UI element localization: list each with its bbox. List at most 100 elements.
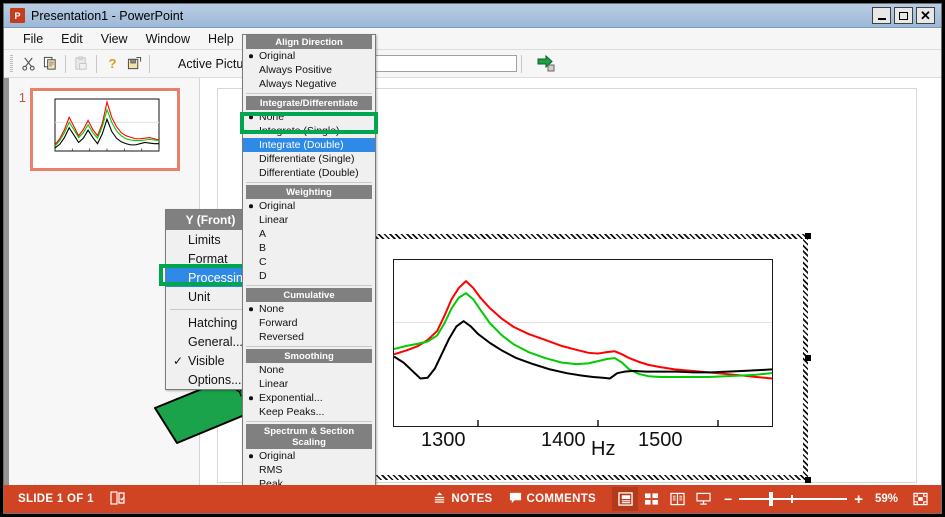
menu-item-intdiff-none[interactable]: None (243, 110, 375, 124)
menu-item-view[interactable]: View (92, 30, 137, 48)
radio-selected-icon (249, 115, 253, 119)
toolbar-separator-4 (520, 54, 522, 73)
menu-item-scaling-rms[interactable]: RMS (243, 463, 375, 477)
menu-item-differentiate-single[interactable]: Differentiate (Single) (243, 152, 375, 166)
zoom-percentage[interactable]: 59% (875, 493, 898, 505)
help-button[interactable]: ? (101, 53, 123, 74)
menu-item-options-label: Options... (188, 372, 242, 387)
label: Original (259, 50, 296, 62)
label: Keep Peaks... (259, 406, 325, 418)
label: B (259, 242, 267, 254)
comments-label: COMMENTS (526, 493, 597, 505)
checkmark-icon: ✓ (173, 353, 184, 368)
menu-item-file[interactable]: File (14, 30, 52, 48)
import-picture-button[interactable] (536, 54, 556, 73)
menu-item-smoothing-keep-peaks[interactable]: Keep Peaks... (243, 405, 375, 419)
menu-item-differentiate-double[interactable]: Differentiate (Double) (243, 166, 375, 180)
fit-to-window-button[interactable] (907, 487, 933, 511)
menu-separator (246, 93, 372, 94)
section-header-spectrum-scaling: Spectrum & Section Scaling (246, 424, 372, 449)
label: A (259, 228, 267, 240)
menu-item-window[interactable]: Window (137, 30, 199, 48)
reading-view-icon (669, 492, 685, 506)
selection-handle-mr[interactable] (805, 355, 811, 361)
menu-item-always-positive[interactable]: Always Positive (243, 63, 375, 77)
label: Original (259, 200, 296, 212)
status-bar: SLIDE 1 OF 1 NOTES COMMENTS − + 59% (4, 485, 941, 513)
menu-item-weighting-linear[interactable]: Linear (243, 213, 375, 227)
menu-item-integrate-single[interactable]: Integrate (Single) (243, 124, 375, 138)
label: Linear (259, 214, 289, 226)
close-button[interactable]: ✕ (916, 7, 935, 24)
label: Reversed (259, 331, 304, 343)
x-axis-unit-label: Hz (591, 438, 616, 460)
accessibility-icon[interactable] (110, 490, 126, 508)
menu-item-cumulative-none[interactable]: None (243, 302, 375, 316)
menu-item-smoothing-linear[interactable]: Linear (243, 377, 375, 391)
menu-item-smoothing-exponential[interactable]: Exponential... (243, 391, 375, 405)
menu-item-smoothing-none[interactable]: None (243, 363, 375, 377)
label: Integrate (Double) (259, 139, 344, 151)
slide-thumbnail[interactable] (30, 88, 180, 171)
view-slideshow-button[interactable] (690, 487, 716, 511)
menu-item-cumulative-reversed[interactable]: Reversed (243, 330, 375, 344)
menu-item-integrate-double[interactable]: Integrate (Double) (243, 138, 375, 152)
zoom-slider-handle[interactable] (769, 492, 774, 506)
notes-button[interactable]: NOTES (433, 491, 492, 507)
menu-bar: File Edit View Window Help (4, 28, 941, 50)
label: Original (259, 450, 296, 462)
menu-item-align-original[interactable]: Original (243, 49, 375, 63)
status-bar-left: SLIDE 1 OF 1 (4, 490, 433, 508)
slideshow-icon (695, 492, 711, 505)
zoom-in-button[interactable]: + (854, 491, 863, 508)
status-bar-right: NOTES COMMENTS − + 59% (433, 487, 941, 511)
scissors-icon (21, 57, 35, 71)
zoom-slider[interactable]: − + (724, 491, 863, 508)
pane-edge (4, 78, 9, 485)
menu-item-cumulative-forward[interactable]: Forward (243, 316, 375, 330)
menu-item-weighting-original[interactable]: Original (243, 199, 375, 213)
x-tick-label-1400: 1400 (541, 429, 586, 451)
zoom-track[interactable] (739, 492, 848, 506)
toolbar: ? Active Picture name: 1x1 (4, 50, 941, 78)
view-normal-button[interactable] (612, 487, 639, 511)
toolbar-grip[interactable] (10, 55, 13, 72)
menu-separator (246, 182, 372, 183)
minimize-button[interactable] (872, 7, 891, 24)
zoom-track-midpoint (791, 495, 794, 503)
menu-item-weighting-b[interactable]: B (243, 241, 375, 255)
save-properties-button[interactable] (123, 53, 145, 74)
menu-item-weighting-a[interactable]: A (243, 227, 375, 241)
view-slide-sorter-button[interactable] (638, 487, 664, 511)
paste-button[interactable] (70, 53, 92, 74)
maximize-button[interactable] (894, 7, 913, 24)
menu-item-help[interactable]: Help (199, 30, 243, 48)
thumbnail-list-item[interactable]: 1 (12, 88, 180, 171)
menu-item-processing-label: Processing (188, 270, 250, 285)
menu-item-always-negative[interactable]: Always Negative (243, 77, 375, 91)
selection-handle-tr[interactable] (805, 233, 811, 239)
selection-handle-br[interactable] (805, 477, 811, 483)
comments-button[interactable]: COMMENTS (509, 491, 596, 507)
processing-submenu[interactable]: Align Direction Original Always Positive… (242, 34, 376, 513)
menu-item-scaling-original[interactable]: Original (243, 449, 375, 463)
menu-item-visible-label: Visible (188, 353, 225, 368)
cut-button[interactable] (17, 53, 39, 74)
label: RMS (259, 464, 283, 476)
workspace: 1 g/N 20 1300 (4, 34, 941, 513)
close-icon: ✕ (920, 7, 931, 23)
view-reading-button[interactable] (664, 487, 690, 511)
menu-item-weighting-d[interactable]: D (243, 269, 375, 283)
copy-button[interactable] (39, 53, 61, 74)
frf-chart: g/N 20 1300 1400 1500 Hz (323, 239, 803, 475)
section-header-align-direction: Align Direction (246, 35, 372, 49)
label: C (259, 256, 267, 268)
paste-icon (74, 56, 87, 70)
menu-item-weighting-c[interactable]: C (243, 255, 375, 269)
save-settings-icon (127, 56, 141, 70)
window-title: Presentation1 - PowerPoint (31, 8, 184, 23)
zoom-out-button[interactable]: − (724, 491, 732, 507)
radio-selected-icon (249, 454, 253, 458)
minimize-icon (877, 17, 886, 20)
menu-item-edit[interactable]: Edit (52, 30, 92, 48)
